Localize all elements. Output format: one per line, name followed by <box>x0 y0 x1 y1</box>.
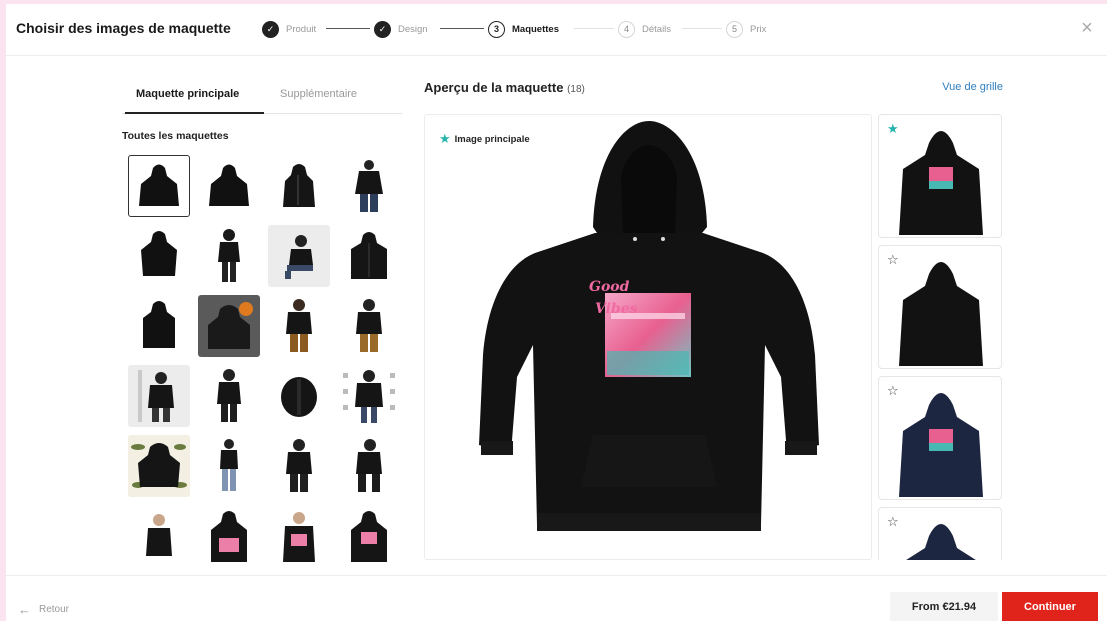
selected-mockup[interactable]: ☆ <box>878 245 1002 369</box>
mockup-thumbnail[interactable] <box>198 365 260 427</box>
step-label: Maquettes <box>512 23 559 35</box>
mockup-thumbnail[interactable] <box>268 365 330 427</box>
step-number: 3 <box>488 20 505 38</box>
price-display: From €21.94 <box>890 592 998 621</box>
mockup-thumbnail[interactable] <box>128 365 190 427</box>
mockup-count: (18) <box>567 84 585 95</box>
back-label: Retour <box>39 604 70 615</box>
selected-mockups-strip: ★ ☆ ☆ ☆ <box>878 114 1004 560</box>
preview-title: Aperçu de la maquette (18) <box>424 80 585 95</box>
mockup-thumbnail[interactable] <box>128 225 190 287</box>
main-preview: Good Vibes ★ Image principale <box>424 114 872 560</box>
mockup-thumbnail[interactable] <box>198 505 260 563</box>
step-label: Prix <box>750 23 767 35</box>
selected-mockup[interactable]: ★ <box>878 114 1002 238</box>
step-prix[interactable]: 5 Prix <box>726 18 766 40</box>
main-image-label-text: Image principale <box>454 133 530 145</box>
main-image-label: ★ Image principale <box>439 131 530 147</box>
back-button[interactable]: ← Retour <box>18 602 69 617</box>
close-icon[interactable]: × <box>1075 16 1099 40</box>
mockup-thumbnail[interactable] <box>268 155 330 217</box>
grid-view-link[interactable]: Vue de grille <box>942 81 1003 93</box>
mockup-thumbnail[interactable] <box>198 155 260 217</box>
mockup-thumbnail[interactable] <box>198 435 260 497</box>
design-text-vibes: Vibes <box>595 301 638 317</box>
step-connector <box>440 28 484 29</box>
section-title: Toutes les maquettes <box>122 130 229 142</box>
mockup-tabs: Maquette principale Supplémentaire <box>122 78 402 114</box>
preview-title-text: Aperçu de la maquette <box>424 80 564 95</box>
selected-mockup[interactable]: ☆ <box>878 507 1002 560</box>
step-label: Produit <box>286 23 317 35</box>
check-icon: ✓ <box>262 20 279 38</box>
mockup-thumbnail[interactable] <box>198 295 260 357</box>
mockup-thumbnail[interactable] <box>338 365 398 427</box>
star-outline-icon[interactable]: ☆ <box>887 514 899 530</box>
step-connector <box>574 28 614 29</box>
continue-button[interactable]: Continuer <box>1002 592 1098 621</box>
step-details[interactable]: 4 Détails <box>618 18 671 40</box>
design-text-good: Good <box>589 279 630 295</box>
mockup-thumbnail[interactable] <box>268 295 330 357</box>
active-tab-indicator <box>125 112 264 114</box>
dialog-header: Choisir des images de maquette ✓ Produit… <box>6 4 1107 56</box>
selected-mockup[interactable]: ☆ <box>878 376 1002 500</box>
star-filled-icon[interactable]: ★ <box>887 121 899 137</box>
tab-supplementaire[interactable]: Supplémentaire <box>280 88 357 100</box>
mockup-thumbnail[interactable] <box>338 225 398 287</box>
arrow-left-icon: ← <box>18 602 31 617</box>
star-filled-icon: ★ <box>439 131 451 146</box>
tab-maquette-principale[interactable]: Maquette principale <box>136 88 239 100</box>
star-outline-icon[interactable]: ☆ <box>887 383 899 399</box>
step-number: 5 <box>726 20 743 38</box>
mockup-thumbnail[interactable] <box>128 155 190 217</box>
step-maquettes[interactable]: 3 Maquettes <box>488 18 559 40</box>
step-produit[interactable]: ✓ Produit <box>262 18 316 40</box>
mockup-thumbnail[interactable] <box>338 155 398 217</box>
mockup-thumbnail[interactable] <box>198 225 260 287</box>
dialog-title: Choisir des images de maquette <box>16 20 231 36</box>
mockup-thumbnail[interactable] <box>338 295 398 357</box>
step-connector <box>682 28 722 29</box>
mockup-dialog: Choisir des images de maquette ✓ Produit… <box>6 4 1107 621</box>
mockup-thumbnail[interactable] <box>268 225 330 287</box>
step-label: Design <box>398 23 428 35</box>
step-number: 4 <box>618 20 635 38</box>
mockup-thumbnail[interactable] <box>338 505 398 563</box>
mockup-thumbnail[interactable] <box>128 295 190 357</box>
mockup-thumbnail[interactable] <box>128 435 190 497</box>
mockup-thumbnail[interactable] <box>338 435 398 497</box>
step-label: Détails <box>642 23 672 35</box>
step-design[interactable]: ✓ Design <box>374 18 428 40</box>
mockup-thumbnail[interactable] <box>268 505 330 563</box>
mockup-thumbnail[interactable] <box>128 505 190 563</box>
star-outline-icon[interactable]: ☆ <box>887 252 899 268</box>
hoodie-preview-image: Good Vibes <box>479 121 819 531</box>
mockup-thumbnail-grid <box>122 153 398 563</box>
check-icon: ✓ <box>374 20 391 38</box>
step-connector <box>326 28 370 29</box>
mockup-picker: Maquette principale Supplémentaire Toute… <box>122 78 402 568</box>
mockup-thumbnail[interactable] <box>268 435 330 497</box>
dialog-footer: ← Retour From €21.94 Continuer <box>6 575 1107 621</box>
